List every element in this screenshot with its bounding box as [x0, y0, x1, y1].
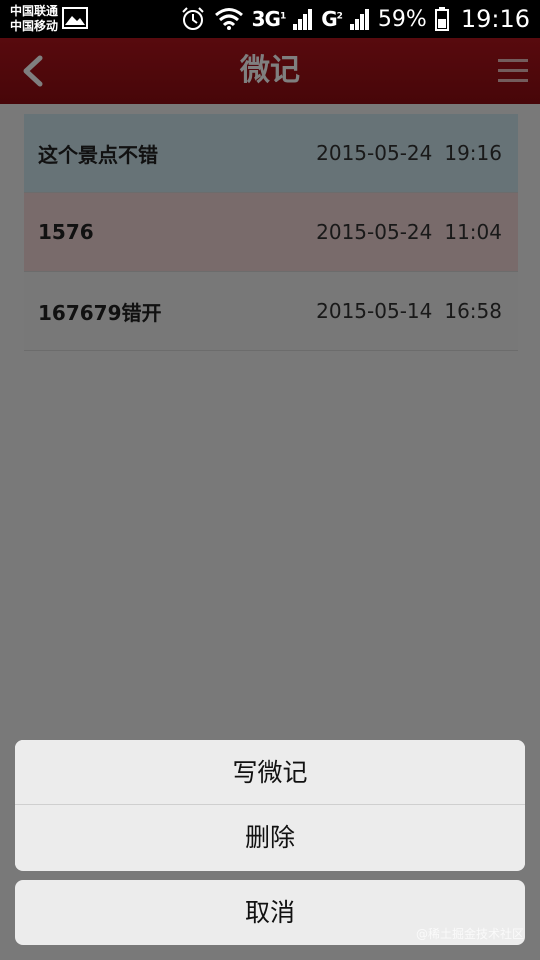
status-indicators: 3G1 G2 59% 19:16	[180, 0, 530, 38]
network-type-1: 3G1	[251, 7, 287, 31]
signal-2-icon	[349, 9, 369, 30]
alarm-icon	[181, 7, 204, 30]
action-sheet: 写微记 删除	[15, 740, 525, 871]
write-note-button[interactable]: 写微记	[15, 740, 525, 805]
carrier-info: 中国联通 中国移动	[10, 4, 58, 34]
wifi-icon	[214, 8, 243, 30]
watermark: @稀土掘金技术社区	[415, 927, 524, 941]
carrier-1-label: 中国联通	[10, 4, 59, 18]
battery-percentage: 59%	[377, 6, 427, 32]
delete-button[interactable]: 删除	[15, 805, 525, 870]
signal-1-icon	[293, 9, 313, 30]
carrier-2-label: 中国移动	[10, 19, 59, 33]
battery-icon	[434, 7, 449, 31]
gallery-notification-icon	[62, 7, 88, 29]
status-bar: 中国联通 中国移动 3G1 G2 59% 19:16	[0, 0, 540, 38]
network-type-2: G2	[321, 7, 343, 31]
clock: 19:16	[460, 5, 530, 33]
